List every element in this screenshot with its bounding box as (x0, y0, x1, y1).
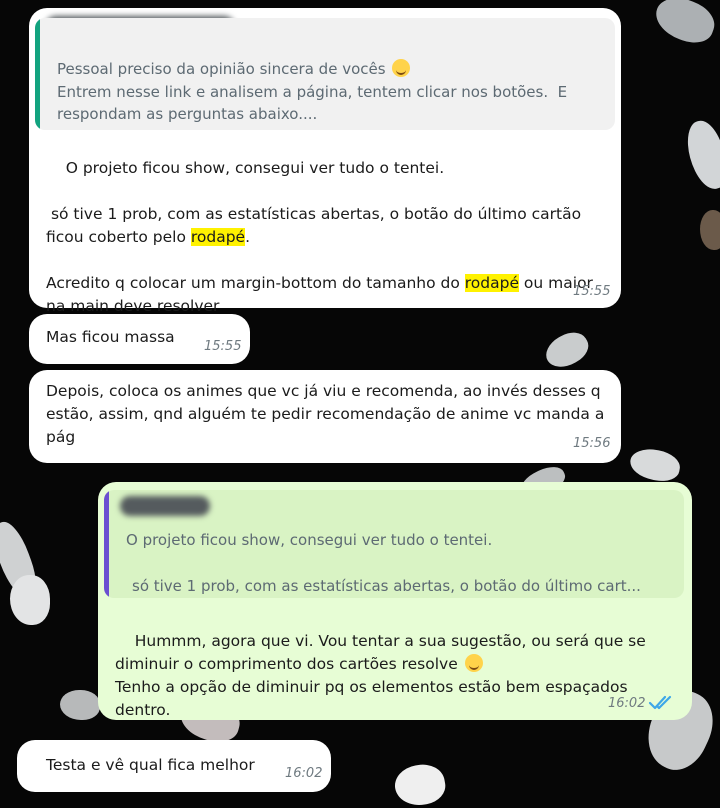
wallpaper-petal (627, 445, 683, 485)
quoted-message[interactable]: O projeto ficou show, consegui ver tudo … (104, 490, 684, 598)
outgoing-message[interactable]: O projeto ficou show, consegui ver tudo … (98, 482, 692, 720)
quoted-line-1: Pessoal preciso da opinião sincera de vo… (57, 60, 391, 78)
wallpaper-petal (60, 690, 100, 720)
quoted-line-1: O projeto ficou show, consegui ver tudo … (126, 531, 493, 549)
message-paragraph-3: Acredito q colocar um margin-bottom do t… (46, 274, 465, 292)
grinning-sweat-emoji-icon (392, 59, 411, 77)
message-timestamp: 15:55 (573, 284, 611, 299)
quoted-text: Pessoal preciso da opinião sincera de vo… (57, 58, 601, 126)
message-timestamp: 16:02 (608, 696, 646, 711)
quote-accent-bar (35, 18, 40, 130)
message-line-1: Hummm, agora que vi. Vou tentar a sua su… (115, 632, 651, 673)
incoming-message[interactable]: Pessoal preciso da opinião sincera de vo… (29, 8, 621, 315)
message-text: Mas ficou massa (46, 328, 175, 346)
message-timestamp: 15:55 (204, 339, 242, 354)
quote-accent-bar (104, 490, 109, 598)
quoted-line-2: Entrem nesse link e analisem a página, t… (57, 82, 572, 124)
message-text: Hummm, agora que vi. Vou tentar a sua su… (115, 607, 675, 745)
message-text: Testa e vê qual fica melhor (46, 756, 255, 774)
wallpaper-petal (700, 210, 720, 250)
wallpaper-petal (391, 760, 449, 808)
message-text: O projeto ficou show, consegui ver tudo … (46, 134, 606, 341)
quoted-message[interactable]: Pessoal preciso da opinião sincera de vo… (35, 18, 615, 130)
wallpaper-petal (649, 0, 720, 50)
wallpaper-petal (10, 575, 50, 625)
incoming-message[interactable]: Mas ficou massa 15:55 (29, 314, 250, 364)
quoted-line-2: só tive 1 prob, com as estatísticas aber… (132, 577, 641, 595)
blurred-sender-name (120, 496, 210, 516)
message-timestamp: 15:56 (573, 436, 611, 451)
hand-over-mouth-emoji-icon (464, 654, 483, 672)
incoming-message[interactable]: Testa e vê qual fica melhor 16:02 (17, 740, 331, 792)
message-paragraph-1: O projeto ficou show, consegui ver tudo … (65, 159, 445, 177)
message-paragraph-2-end: . (245, 228, 251, 246)
incoming-message[interactable]: Depois, coloca os animes que vc já viu e… (29, 370, 621, 463)
message-timestamp: 16:02 (285, 766, 323, 781)
message-text: Depois, coloca os animes que vc já viu e… (46, 382, 610, 446)
message-line-2: Tenho a opção de diminuir pq os elemento… (115, 678, 633, 719)
read-receipt-double-check-icon (648, 695, 672, 710)
wallpaper-petal (681, 116, 720, 194)
message-paragraph-2: só tive 1 prob, com as estatísticas aber… (46, 205, 586, 246)
highlighted-word: rodapé (464, 274, 519, 292)
highlighted-word: rodapé (190, 228, 246, 246)
